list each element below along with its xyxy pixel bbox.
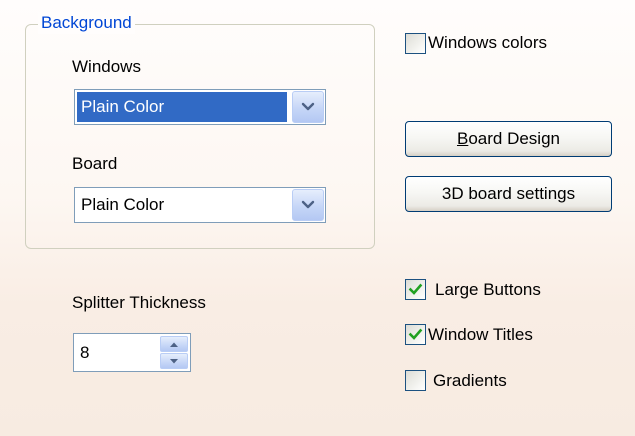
window-titles-label[interactable]: Window Titles <box>428 324 533 346</box>
board-design-button-label: oard Design <box>468 129 560 148</box>
windows-background-dropdown-button[interactable] <box>292 91 324 123</box>
windows-colors-label[interactable]: Windows colors <box>428 32 547 54</box>
windows-label: Windows <box>72 57 141 76</box>
windows-colors-checkbox[interactable] <box>405 33 426 54</box>
board-3d-settings-button[interactable]: 3D board settings <box>405 176 612 212</box>
board-background-combo-value: Plain Color <box>81 195 165 214</box>
spin-up-button[interactable] <box>160 336 188 352</box>
splitter-thickness-value[interactable]: 8 <box>80 334 89 371</box>
spin-down-arrow-icon <box>170 358 178 363</box>
board-label: Board <box>72 154 118 173</box>
checkmark-icon <box>408 283 423 295</box>
large-buttons-label[interactable]: Large Buttons <box>435 279 541 301</box>
board-background-dropdown-button[interactable] <box>292 189 324 221</box>
window-titles-checkbox[interactable] <box>405 324 426 345</box>
large-buttons-checkbox[interactable] <box>405 279 426 300</box>
board-design-button[interactable]: Board Design <box>405 121 612 157</box>
gradients-label[interactable]: Gradients <box>433 370 507 392</box>
spin-up-arrow-icon <box>170 342 178 347</box>
board-3d-settings-button-label: 3D board settings <box>441 184 576 203</box>
windows-background-combo-value: Plain Color <box>77 92 287 122</box>
checkmark-icon <box>408 328 423 340</box>
gradients-checkbox[interactable] <box>405 370 426 391</box>
chevron-down-icon <box>301 102 315 111</box>
splitter-thickness-label: Splitter Thickness <box>72 293 206 312</box>
board-background-combo[interactable]: Plain Color <box>74 187 326 223</box>
splitter-thickness-spinbox[interactable]: 8 <box>73 333 191 372</box>
chevron-down-icon <box>301 200 315 209</box>
windows-background-combo[interactable]: Plain Color <box>74 89 326 125</box>
spin-down-button[interactable] <box>160 353 188 369</box>
board-design-accelerator: B <box>456 129 469 148</box>
background-group-legend: Background <box>38 12 135 34</box>
